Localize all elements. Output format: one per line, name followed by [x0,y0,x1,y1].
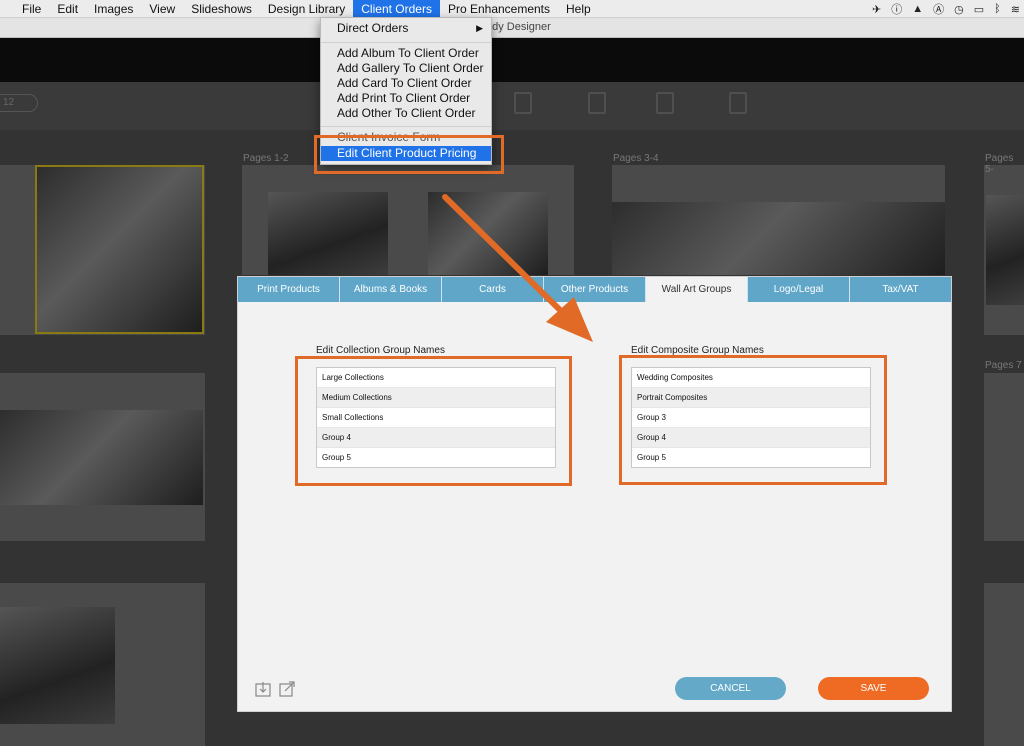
annotation-highlight-box [619,355,887,485]
annotation-highlight-box [314,135,504,174]
annotation-highlight-box [295,356,572,486]
